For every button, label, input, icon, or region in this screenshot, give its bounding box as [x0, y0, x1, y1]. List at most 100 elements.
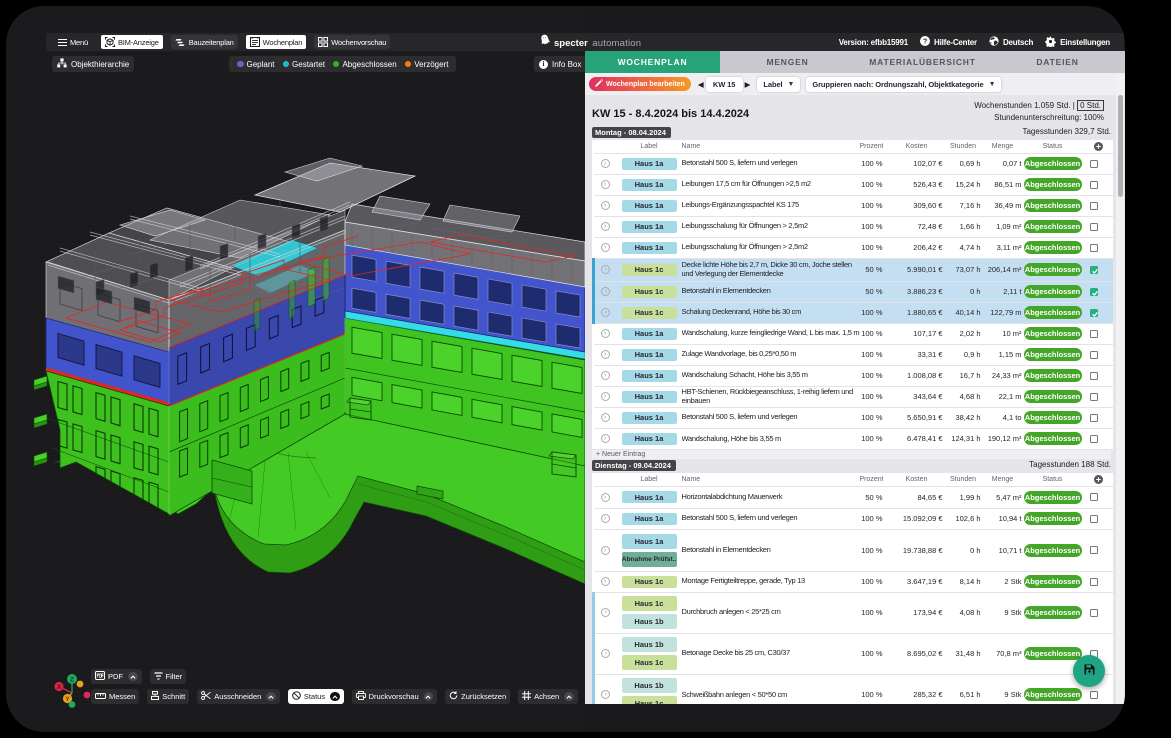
table-row[interactable]: ›Haus 1bHaus 1cBetonage Decke bis 25 cm,…: [594, 633, 1113, 674]
new-entry-button[interactable]: + Neuer Eintrag: [592, 449, 1111, 459]
expand-row-icon[interactable]: ›: [601, 392, 610, 401]
axes-gizmo[interactable]: Z X Y: [47, 664, 97, 719]
settings-button[interactable]: Einstellungen: [1045, 36, 1110, 49]
row-checkbox[interactable]: [1090, 435, 1098, 443]
table-row[interactable]: ›Haus 1aLeibungs-Ergänzungsspachtel KS 1…: [594, 195, 1113, 216]
table-row[interactable]: ›Haus 1aHBT-Schienen, Rückbiegeanschluss…: [594, 386, 1113, 407]
next-week-arrow[interactable]: ▶: [743, 80, 753, 89]
table-row[interactable]: ›Haus 1aLeibungsschalung für Öffnungen >…: [594, 237, 1113, 258]
table-row[interactable]: ›Haus 1cSchalung Deckenrand, Höhe bis 30…: [594, 302, 1113, 323]
table-row[interactable]: ›Haus 1aWandschalung, Höhe bis 3,55 m100…: [594, 428, 1113, 449]
group-by-dropdown[interactable]: Gruppieren nach: Ordnungszahl, Objektkat…: [806, 77, 1001, 92]
row-checkbox[interactable]: [1090, 351, 1098, 359]
row-checkbox[interactable]: [1090, 288, 1098, 296]
tool-button-zurcksetzen[interactable]: Zurücksetzen: [445, 689, 510, 704]
row-checkbox[interactable]: [1090, 160, 1098, 168]
edit-weekplan-button[interactable]: Wochenplan bearbeiten: [589, 77, 691, 91]
tool-button-status[interactable]: Status: [288, 689, 344, 704]
expand-row-icon[interactable]: ›: [601, 493, 610, 502]
table-row[interactable]: ›Haus 1cBetonstahl in Elementdecken50 %3…: [594, 281, 1113, 302]
expand-row-icon[interactable]: ›: [601, 201, 610, 210]
row-checkbox[interactable]: [1090, 330, 1098, 338]
table-row[interactable]: ›Haus 1cMontage Fertigteiltreppe, gerade…: [594, 571, 1113, 592]
view-button-bim-anzeige[interactable]: BIM-Anzeige: [101, 35, 163, 49]
row-checkbox[interactable]: [1090, 244, 1098, 252]
view-button-wochenplan[interactable]: Wochenplan: [246, 35, 307, 49]
view-button-wochenvorschau[interactable]: Wochenvorschau: [314, 35, 390, 49]
row-checkbox[interactable]: [1090, 691, 1098, 699]
tool-button-pdf[interactable]: PDF: [91, 669, 142, 684]
table-row[interactable]: ›Haus 1cHaus 1bDurchbruch anlegen < 25*2…: [594, 592, 1113, 633]
row-checkbox[interactable]: [1090, 493, 1098, 501]
chevron-up-icon[interactable]: [564, 692, 574, 702]
row-checkbox[interactable]: [1090, 393, 1098, 401]
table-row[interactable]: ›Haus 1aHorizontalabdichtung Mauerwerk50…: [594, 486, 1113, 508]
expand-row-icon[interactable]: ›: [601, 222, 610, 231]
expand-row-icon[interactable]: ›: [601, 243, 610, 252]
tab-materialübersicht[interactable]: MATERIALÜBERSICHT: [855, 51, 990, 73]
row-checkbox[interactable]: [1090, 414, 1098, 422]
tab-mengen[interactable]: MENGEN: [720, 51, 855, 73]
panel-scrollbar[interactable]: [1116, 75, 1124, 704]
tool-button-filter[interactable]: Filter: [150, 669, 187, 684]
help-center-button[interactable]: ? Hilfe-Center: [920, 36, 977, 48]
chevron-up-icon[interactable]: [330, 692, 340, 702]
expand-row-icon[interactable]: ›: [601, 265, 610, 274]
expand-row-icon[interactable]: ›: [601, 287, 610, 296]
table-row[interactable]: ›Haus 1aLeibungsschalung für Öffnungen >…: [594, 216, 1113, 237]
tool-button-druckvorschau[interactable]: Druckvorschau: [352, 689, 438, 704]
expand-row-icon[interactable]: ›: [601, 649, 610, 658]
row-checkbox[interactable]: [1090, 609, 1098, 617]
chevron-up-icon[interactable]: [424, 692, 434, 702]
expand-row-icon[interactable]: ›: [601, 577, 610, 586]
week-selector[interactable]: KW 15: [706, 77, 743, 92]
tab-dateien[interactable]: DATEIEN: [990, 51, 1125, 73]
tool-button-messen[interactable]: Messen: [91, 689, 139, 704]
expand-row-icon[interactable]: ›: [601, 159, 610, 168]
tab-wochenplan[interactable]: WOCHENPLAN: [585, 51, 720, 73]
view-button-bauzeitenplan[interactable]: Bauzeitenplan: [171, 35, 238, 49]
table-row[interactable]: ›Haus 1aAbnahme Prüfst..Betonstahl in El…: [594, 529, 1113, 571]
scrollbar-thumb[interactable]: [1118, 95, 1123, 197]
row-checkbox[interactable]: [1090, 266, 1098, 274]
tool-button-schnitt[interactable]: Schnitt: [147, 689, 189, 704]
row-checkbox[interactable]: [1090, 546, 1098, 554]
chevron-up-icon[interactable]: [266, 692, 276, 702]
table-row[interactable]: ›Haus 1aWandschalung Schacht, Höhe bis 3…: [594, 365, 1113, 386]
expand-row-icon[interactable]: ›: [601, 546, 610, 555]
label-dropdown[interactable]: Label▼: [757, 77, 800, 92]
expand-row-icon[interactable]: ›: [601, 180, 610, 189]
row-checkbox[interactable]: [1090, 578, 1098, 586]
expand-row-icon[interactable]: ›: [601, 329, 610, 338]
previous-week-arrow[interactable]: ◀: [696, 80, 706, 89]
expand-row-icon[interactable]: ›: [601, 413, 610, 422]
table-row[interactable]: ›Haus 1bHaus 1cSchweißbahn anlegen < 50*…: [594, 674, 1113, 704]
expand-row-icon[interactable]: ›: [601, 371, 610, 380]
row-checkbox[interactable]: [1090, 515, 1098, 523]
expand-row-icon[interactable]: ›: [601, 514, 610, 523]
expand-row-icon[interactable]: ›: [601, 608, 610, 617]
row-checkbox[interactable]: [1090, 309, 1098, 317]
expand-row-icon[interactable]: ›: [601, 434, 610, 443]
row-checkbox[interactable]: [1090, 202, 1098, 210]
chevron-up-icon[interactable]: [128, 672, 138, 682]
table-row[interactable]: ›Haus 1aZulage Wandvorlage, bis 0,25*0,5…: [594, 344, 1113, 365]
tool-button-ausschneiden[interactable]: Ausschneiden: [197, 689, 280, 704]
menu-button[interactable]: Menü: [54, 35, 92, 49]
table-row[interactable]: ›Haus 1aBetonstahl 500 S, liefern und ve…: [594, 508, 1113, 529]
tool-button-achsen[interactable]: Achsen: [518, 689, 578, 704]
object-hierarchy-button[interactable]: Objekthierarchie: [52, 56, 134, 72]
expand-row-icon[interactable]: ›: [601, 308, 610, 317]
add-row-icon[interactable]: [1094, 142, 1103, 151]
expand-row-icon[interactable]: ›: [601, 350, 610, 359]
add-row-icon[interactable]: [1094, 475, 1103, 484]
table-row[interactable]: ›Haus 1aBetonstahl 500 S, liefern und ve…: [594, 153, 1113, 174]
row-checkbox[interactable]: [1090, 223, 1098, 231]
table-row[interactable]: ›Haus 1cDecke lichte Höhe bis 2,7 m, Dic…: [594, 258, 1113, 281]
row-checkbox[interactable]: [1090, 372, 1098, 380]
info-box-button[interactable]: i Info Box: [534, 56, 586, 72]
language-button[interactable]: Deutsch: [989, 36, 1033, 48]
expand-row-icon[interactable]: ›: [601, 690, 610, 699]
table-row[interactable]: ›Haus 1aBetonstahl 500 S, liefern und ve…: [594, 407, 1113, 428]
bim-3d-model[interactable]: [6, 6, 585, 732]
